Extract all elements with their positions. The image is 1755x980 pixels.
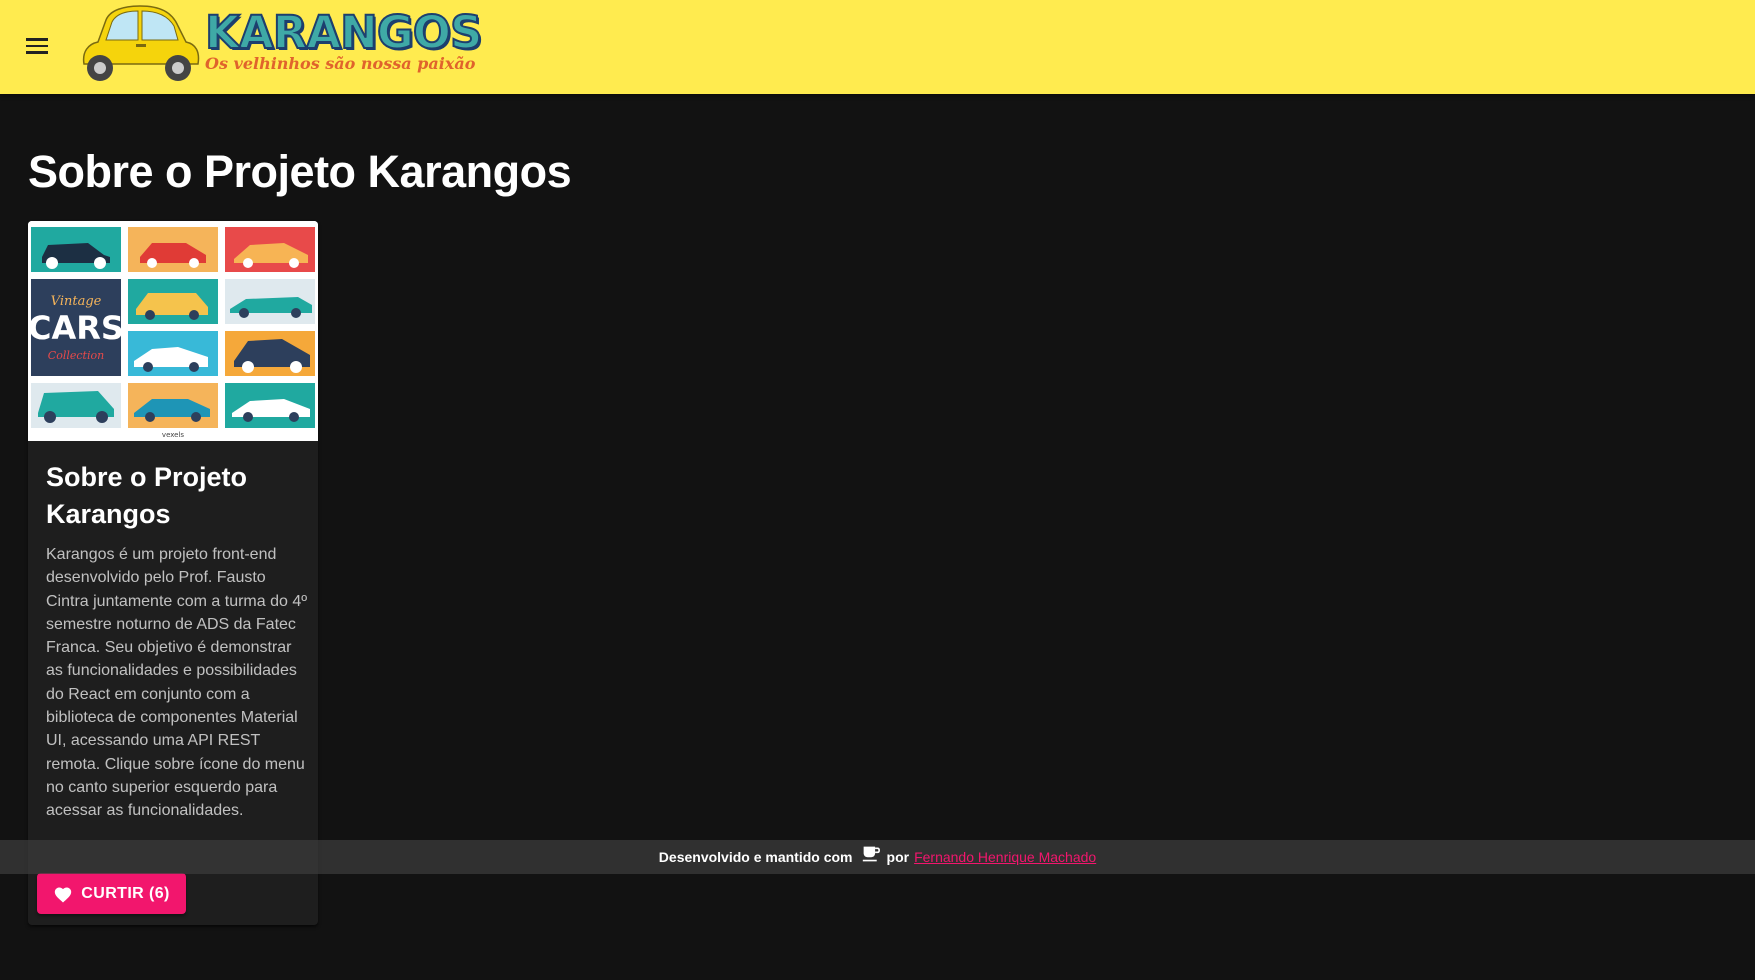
- footer-text: Desenvolvido e mantido com: [658, 849, 853, 865]
- like-button-label: CURTIR (6): [81, 884, 170, 902]
- about-card: Vintage CARS Collection vexels Sobre o P…: [28, 221, 318, 925]
- menu-button[interactable]: [18, 27, 56, 65]
- logo-car-icon: [82, 5, 200, 81]
- card-description: Karangos é um projeto front-end desenvol…: [46, 546, 308, 820]
- vintage-cars-poster: Vintage CARS Collection vexels: [28, 221, 318, 441]
- menu-icon: [26, 38, 48, 54]
- footer: Desenvolvido e mantido com por Fernando …: [0, 840, 1755, 874]
- poster-collection-text: Collection: [48, 349, 104, 362]
- card-media-image: Vintage CARS Collection vexels: [28, 221, 318, 441]
- poster-vintage-text: Vintage: [51, 294, 102, 309]
- page-title: Sobre o Projeto Karangos: [28, 146, 572, 197]
- heart-icon: [55, 886, 72, 902]
- author-link[interactable]: Fernando Henrique Machado: [914, 849, 1096, 865]
- logo-slogan: Os velhinhos são nossa paixão: [205, 54, 476, 73]
- like-button[interactable]: CURTIR (6): [37, 873, 186, 914]
- karangos-logo[interactable]: KARANGOS Os velhinhos são nossa paixão: [78, 2, 483, 86]
- card-title: Sobre o Projeto Karangos: [46, 462, 248, 529]
- coffee-icon: [862, 846, 880, 862]
- footer-by-text: por: [886, 849, 910, 865]
- poster-cars-text: CARS: [28, 309, 124, 347]
- logo-title: KARANGOS: [204, 5, 483, 60]
- poster-credit-text: vexels: [162, 431, 185, 439]
- app-bar: KARANGOS Os velhinhos são nossa paixão: [0, 0, 1755, 94]
